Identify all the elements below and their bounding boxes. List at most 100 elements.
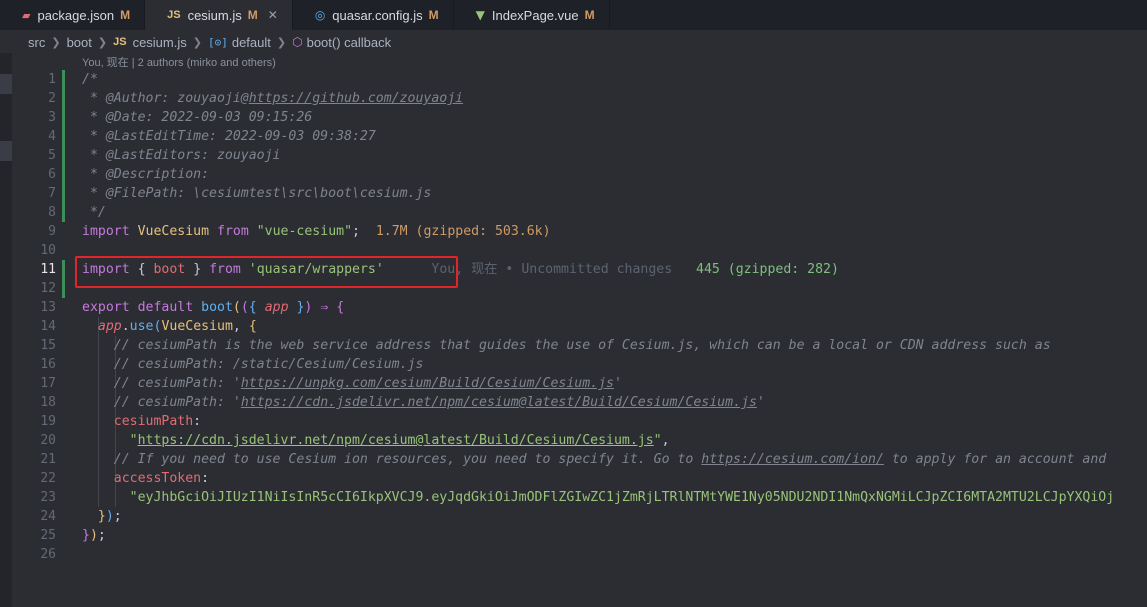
- code-line: 19 cesiumPath:: [12, 412, 1147, 431]
- tab-package-json[interactable]: ▰ package.json M: [0, 0, 146, 30]
- tab-index-page-vue[interactable]: ▼ IndexPage.vue M: [454, 0, 610, 30]
- tab-label: IndexPage.vue: [491, 7, 579, 23]
- code-line: 7 * @FilePath: \cesiumtest\src\boot\cesi…: [12, 184, 1147, 203]
- inline-git-blame: You, 现在 • Uncommitted changes: [431, 262, 673, 277]
- line-number: 12: [40, 281, 56, 296]
- close-icon[interactable]: ✕: [268, 8, 278, 22]
- code-line: 9 import VueCesium from "vue-cesium"; 1.7…: [12, 222, 1147, 241]
- code-line: 25});: [12, 526, 1147, 545]
- comment: * @Date: 2022-09-03 09:15:26: [82, 110, 313, 125]
- keyword: export: [82, 300, 130, 315]
- line-number: 3: [48, 110, 56, 125]
- modified-badge: M: [428, 8, 439, 22]
- javascript-file-icon: JS: [167, 9, 181, 21]
- code-line: 24 });: [12, 507, 1147, 526]
- code-line: 20 "https://cdn.jsdelivr.net/npm/cesium@…: [12, 431, 1147, 450]
- identifier: VueCesium: [161, 319, 233, 334]
- code-line: 18 // cesiumPath: 'https://cdn.jsdelivr.…: [12, 393, 1147, 412]
- line-number: 21: [40, 452, 56, 467]
- line-number: 6: [48, 167, 56, 182]
- comment: // cesiumPath: ': [113, 376, 241, 391]
- line-number: 5: [48, 148, 56, 163]
- line-number: 15: [40, 338, 56, 353]
- import-cost-annotation: 1.7M (gzipped: 503.6k): [375, 224, 551, 239]
- package-json-icon: ▰: [22, 8, 31, 22]
- breadcrumb-callback[interactable]: boot() callback: [307, 35, 392, 50]
- comment: * @LastEditTime: 2022-09-03 09:38:27: [82, 129, 376, 144]
- property-key: accessToken: [113, 471, 202, 486]
- code-line: 16 // cesiumPath: /static/Cesium/Cesium.…: [12, 355, 1147, 374]
- line-number: 8: [48, 205, 56, 220]
- code-line: 5 * @LastEditors: zouyaoji: [12, 146, 1147, 165]
- code-line: 3 * @Date: 2022-09-03 09:15:26: [12, 108, 1147, 127]
- quasar-icon: ◎: [314, 8, 326, 22]
- code-line: 17 // cesiumPath: 'https://unpkg.com/ces…: [12, 374, 1147, 393]
- comment: /*: [82, 72, 98, 87]
- line-number: 25: [40, 528, 56, 543]
- parameter: app: [264, 300, 289, 315]
- comment-link[interactable]: https://unpkg.com/cesium/Build/Cesium/Ce…: [241, 376, 614, 391]
- breadcrumb-src[interactable]: src: [28, 35, 45, 50]
- variable-icon: [⊙]: [207, 35, 228, 49]
- tab-cesium-js[interactable]: JS cesium.js M ✕: [145, 0, 293, 30]
- modified-badge: M: [120, 8, 131, 22]
- line-number: 13: [40, 300, 56, 315]
- tab-label: cesium.js: [187, 7, 242, 23]
- line-number: 16: [40, 357, 56, 372]
- line-number: 11: [40, 262, 56, 277]
- chevron-right-icon: ❯: [51, 35, 61, 49]
- tab-quasar-config[interactable]: ◎ quasar.config.js M: [293, 0, 454, 30]
- line-number: 26: [40, 547, 56, 562]
- code-line: 21 // If you need to use Cesium ion reso…: [12, 450, 1147, 469]
- comment: to apply for an account and: [883, 452, 1107, 467]
- line-number: 17: [40, 376, 56, 391]
- comment-link[interactable]: https://cdn.jsdelivr.net/npm/cesium@late…: [241, 395, 757, 410]
- code-line: 13 export default boot(({ app }) ⇒ {: [12, 298, 1147, 317]
- chevron-right-icon: ❯: [276, 35, 287, 49]
- comment-link[interactable]: https://cesium.com/ion/: [701, 452, 884, 467]
- comment: * @Author: zouyaoji@: [82, 91, 249, 106]
- git-blame-codelens[interactable]: You, 现在 | 2 authors (mirko and others): [82, 54, 276, 70]
- identifier: app: [97, 319, 122, 334]
- comment: * @Description:: [82, 167, 210, 182]
- modified-badge: M: [584, 8, 595, 22]
- modified-badge: M: [247, 8, 258, 22]
- function-name: boot: [201, 300, 233, 315]
- comment: // If you need to use Cesium ion resourc…: [113, 452, 702, 467]
- code-line: 26: [12, 545, 1147, 564]
- line-number: 9: [48, 224, 56, 239]
- code-line: 22 accessToken:: [12, 469, 1147, 488]
- line-number: 24: [40, 509, 56, 524]
- comment: // cesiumPath is the web service address…: [113, 338, 1051, 353]
- chevron-right-icon: ❯: [192, 35, 202, 49]
- editor-tab-bar: ▰ package.json M JS cesium.js M ✕ ◎ quas…: [0, 0, 1147, 30]
- comment-link[interactable]: https://github.com/zouyaoji: [249, 91, 463, 106]
- comment: ': [613, 376, 622, 391]
- breadcrumb-boot[interactable]: boot: [67, 35, 92, 50]
- margin-marker: [0, 141, 12, 161]
- string: "vue-cesium": [256, 224, 353, 239]
- breadcrumb-symbol[interactable]: default: [232, 35, 271, 50]
- code-line: 23 "eyJhbGciOiJIUzI1NiIsInR5cCI6IkpXVCJ9…: [12, 488, 1147, 507]
- code-editor[interactable]: 1 /* 2 * @Author: zouyaoji@https://github…: [12, 70, 1147, 564]
- line-number: 7: [48, 186, 56, 201]
- property-key: cesiumPath: [113, 414, 194, 429]
- keyword: default: [137, 300, 194, 315]
- vue-icon: ▼: [475, 8, 485, 22]
- line-number: 20: [40, 433, 56, 448]
- keyword: from: [217, 224, 249, 239]
- javascript-file-icon: JS: [113, 36, 127, 48]
- string-link[interactable]: https://cdn.jsdelivr.net/npm/cesium@late…: [138, 433, 654, 448]
- editor-left-margin: [0, 53, 12, 607]
- breadcrumb-file[interactable]: cesium.js: [133, 35, 187, 50]
- import-cost-annotation: 445 (gzipped: 282): [696, 262, 839, 277]
- line-number: 1: [48, 72, 56, 87]
- line-number: 19: [40, 414, 56, 429]
- code-line: 6 * @Description:: [12, 165, 1147, 184]
- highlight-box: [75, 256, 458, 288]
- code-line: 14 app.use(VueCesium, {: [12, 317, 1147, 336]
- comment: */: [82, 205, 106, 220]
- margin-marker: [0, 74, 12, 94]
- code-line: 8 */: [12, 203, 1147, 222]
- method-cube-icon: ⬡: [292, 35, 303, 49]
